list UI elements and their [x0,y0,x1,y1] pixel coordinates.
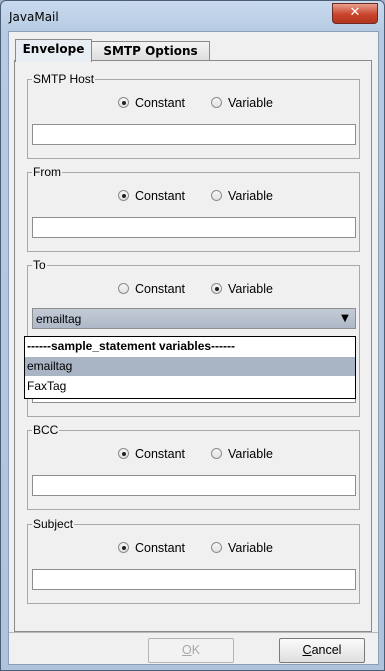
radio-row: Constant Variable [28,189,359,205]
radio-unchecked-icon [211,448,222,459]
group-label-smtp-host: SMTP Host [32,72,96,86]
window-title: JavaMail [9,10,59,24]
group-label-subject: Subject [32,517,75,531]
cancel-mnemonic: C [302,643,312,657]
cancel-button[interactable]: Cancel [279,638,365,663]
combo-selected-value: emailtag [36,312,82,326]
javamail-dialog: JavaMail ✕ Envelope SMTP Options SMTP Ho… [0,0,385,671]
from-input[interactable] [32,217,356,238]
group-subject: Subject Constant Variable [27,517,360,604]
tab-envelope[interactable]: Envelope [15,39,92,62]
radio-unchecked-icon [211,97,222,108]
group-label-to: To [32,258,47,272]
group-bcc: BCC Constant Variable [27,423,360,510]
dropdown-item-faxtag[interactable]: FaxTag [25,377,355,396]
radio-label: Constant [135,189,186,203]
radio-unchecked-icon [211,542,222,553]
title-bar[interactable]: JavaMail ✕ [1,1,384,31]
bcc-input[interactable] [32,475,356,496]
radio-checked-icon [118,448,129,459]
to-variable-dropdown-list: ------sample_statement variables------ e… [24,336,356,399]
radio-label: Variable [228,189,273,203]
dropdown-item-emailtag[interactable]: emailtag [25,357,355,376]
radio-row: Constant Variable [28,541,359,557]
group-smtp-host: SMTP Host Constant Variable [27,72,360,159]
ok-mnemonic: O [181,643,192,657]
group-label-from: From [32,165,62,179]
radio-label: Constant [135,541,186,555]
radio-row: Constant Variable [28,447,359,463]
radio-label: Constant [135,282,186,296]
group-from: From Constant Variable [27,165,360,252]
radio-row: Constant Variable [28,282,359,298]
group-label-bcc: BCC [32,423,60,437]
close-button[interactable]: ✕ [332,3,378,24]
tab-smtp-options[interactable]: SMTP Options [91,41,210,61]
radio-label: Variable [228,96,273,110]
radio-checked-icon [118,542,129,553]
ok-label-rest: K [191,643,201,657]
dropdown-header: ------sample_statement variables------ [27,339,236,353]
subject-input[interactable] [32,569,356,590]
radio-label: Variable [228,447,273,461]
to-variable-combobox[interactable]: emailtag ▼ [32,308,356,329]
radio-unchecked-icon [211,190,222,201]
close-icon: ✕ [349,5,361,20]
dialog-client-area: Envelope SMTP Options SMTP Host Constant… [8,31,379,665]
radio-label: Variable [228,541,273,555]
radio-checked-icon [118,97,129,108]
cancel-label-rest: ancel [311,643,342,657]
radio-row: Constant Variable [28,96,359,112]
radio-checked-icon [118,190,129,201]
radio-unchecked-icon [118,283,129,294]
radio-label: Variable [228,282,273,296]
smtp-host-input[interactable] [32,124,356,145]
dropdown-arrow-icon[interactable]: ▼ [335,309,355,328]
radio-label: Constant [135,447,186,461]
radio-label: Constant [135,96,186,110]
radio-checked-icon [211,283,222,294]
button-bar: OK Cancel [9,632,378,665]
ok-button[interactable]: OK [148,638,234,663]
